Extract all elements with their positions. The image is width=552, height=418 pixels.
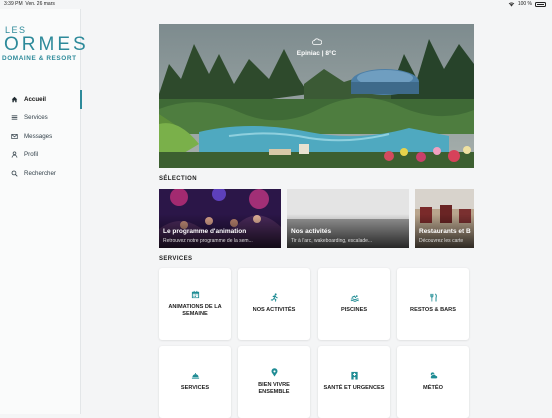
service-tile-animations[interactable]: ANIMATIONS DE LA SEMAINE (159, 268, 231, 340)
calendar-icon (191, 290, 200, 299)
hospital-icon (350, 371, 359, 380)
card-title: Restaurants et B (419, 228, 471, 235)
service-tile-piscines[interactable]: PISCINES (318, 268, 390, 340)
hero-banner[interactable]: Epiniac | 8°C (159, 24, 474, 168)
card-subtitle: Tir à l'arc, wakeboarding, escalade... (291, 238, 373, 244)
card-subtitle: Retrouvez notre programme de la sem... (163, 238, 253, 244)
logo-subtitle: DOMAINE & RESORT (2, 55, 77, 62)
sidebar-item-rechercher[interactable]: Rechercher (0, 164, 81, 183)
home-icon (11, 96, 18, 103)
sidebar-item-profil[interactable]: Profil (0, 146, 81, 165)
sidebar-item-label: Profil (24, 151, 39, 159)
tile-label: ANIMATIONS DE LA SEMAINE (168, 303, 222, 318)
services-title: SERVICES (159, 256, 193, 262)
card-title: Le programme d'animation (163, 228, 247, 235)
list-icon (11, 114, 18, 121)
battery-icon (535, 1, 546, 7)
service-tile-bien-vivre[interactable]: BIEN VIVRE ENSEMBLE (238, 346, 310, 418)
logo: LES ORMES DOMAINE & RESORT (0, 25, 86, 75)
status-bar: 3:39 PM Ven. 26 mars 100 % (0, 0, 552, 9)
service-tile-sante[interactable]: SANTÉ ET URGENCES (318, 346, 390, 418)
weather-info: Epiniac | 8°C (159, 38, 474, 57)
tile-label: SERVICES (180, 385, 210, 392)
cloud-icon (311, 38, 322, 45)
sidebar-item-label: Messages (24, 132, 53, 140)
tile-label: RESTOS & BARS (410, 307, 456, 314)
tile-label: PISCINES (340, 307, 368, 314)
sidebar-item-accueil[interactable]: Accueil (0, 90, 82, 109)
mail-icon (11, 133, 18, 140)
user-icon (11, 151, 18, 158)
card-subtitle: Découvrez les carte (419, 238, 464, 244)
cutlery-icon (429, 293, 438, 302)
selection-card-animation[interactable]: Le programme d'animation Retrouvez notre… (159, 189, 281, 248)
tile-label: BIEN VIVRE ENSEMBLE (258, 381, 290, 396)
service-tile-services[interactable]: SERVICES (159, 346, 231, 418)
status-right: 100 % (508, 1, 546, 7)
tile-label: NOS ACTIVITÉS (252, 307, 296, 314)
tile-label: MÉTÉO (423, 385, 443, 392)
selection-title: SÉLECTION (159, 176, 197, 182)
selection-card-activites[interactable]: Nos activités Tir à l'arc, wakeboarding,… (287, 189, 409, 248)
selection-card-restaurants[interactable]: Restaurants et B Découvrez les carte (415, 189, 474, 248)
pin-icon (270, 367, 279, 377)
weather-icon (429, 371, 438, 380)
service-tile-restos[interactable]: RESTOS & BARS (397, 268, 469, 340)
sidebar-item-label: Rechercher (24, 169, 56, 177)
runner-icon (270, 293, 279, 302)
service-tile-meteo[interactable]: MÉTÉO (397, 346, 469, 418)
bell-icon (191, 371, 200, 380)
sidebar-item-label: Services (24, 114, 48, 122)
status-time: 3:39 PM Ven. 26 mars (4, 1, 55, 7)
logo-main: ORMES (4, 34, 89, 55)
wifi-icon (508, 2, 515, 6)
sidebar: LES ORMES DOMAINE & RESORT Accueil Servi… (0, 9, 86, 414)
sidebar-item-messages[interactable]: Messages (0, 127, 81, 146)
sidebar-nav: Accueil Services Messages Profil Recherc… (0, 90, 82, 183)
battery-percent: 100 % (517, 1, 532, 7)
selection-carousel[interactable]: Le programme d'animation Retrouvez notre… (159, 189, 474, 248)
swimmer-icon (350, 293, 359, 303)
card-title: Nos activités (291, 228, 332, 235)
sidebar-item-label: Accueil (24, 95, 47, 103)
tile-label: SANTÉ ET URGENCES (323, 385, 385, 392)
main-content: Epiniac | 8°C SÉLECTION Le programme d'a… (81, 9, 552, 418)
service-tile-activites[interactable]: NOS ACTIVITÉS (238, 268, 310, 340)
sidebar-item-services[interactable]: Services (0, 109, 81, 128)
search-icon (11, 170, 18, 177)
weather-text: Epiniac | 8°C (296, 50, 337, 57)
